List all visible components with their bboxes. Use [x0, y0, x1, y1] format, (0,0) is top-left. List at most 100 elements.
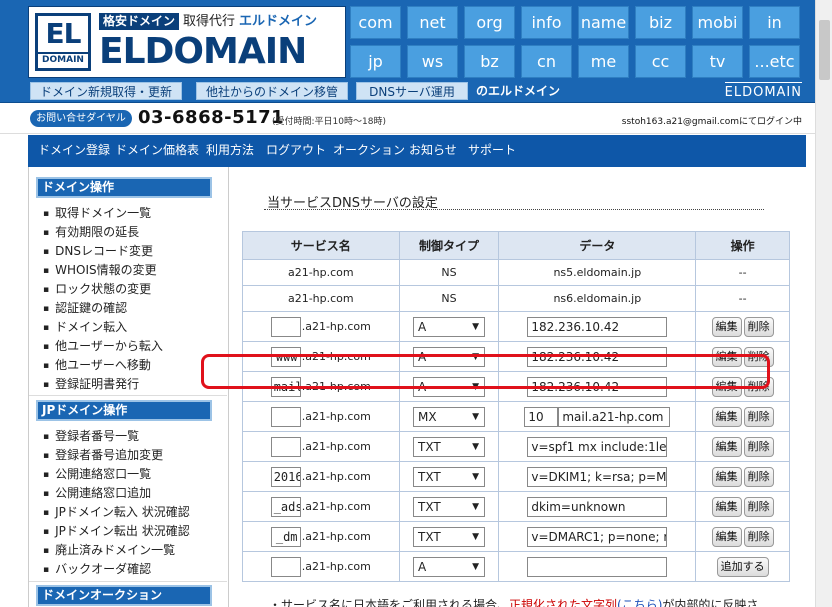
sidebar-item-to-user[interactable]: 他ユーザーへ移動	[43, 356, 163, 375]
subdomain-input[interactable]	[270, 316, 301, 337]
sidebar-item-jp-transfer-in[interactable]: JPドメイン転入 状況確認	[43, 503, 190, 522]
delete-button[interactable]: 削除	[743, 436, 774, 457]
sidebar-item-contact-list[interactable]: 公開連絡窓口一覧	[43, 465, 190, 484]
record-data-input[interactable]: 182.236.10.42	[527, 346, 668, 367]
menu-price-list[interactable]: ドメイン価格表	[115, 135, 199, 165]
tld-tv[interactable]: tv	[692, 45, 743, 78]
sidebar-item-from-user[interactable]: 他ユーザーから転入	[43, 337, 163, 356]
tld-ws[interactable]: ws	[407, 45, 458, 78]
site-logo[interactable]: EL DOMAIN 格安ドメイン 取得代行 エルドメイン ELDOMAIN	[28, 6, 346, 78]
edit-button[interactable]: 編集	[711, 496, 742, 517]
edit-button[interactable]: 編集	[711, 406, 742, 427]
edit-button[interactable]: 編集	[711, 376, 742, 397]
delete-button[interactable]: 削除	[743, 316, 774, 337]
mx-priority-input[interactable]: 10	[524, 406, 559, 427]
sidebar-item-dns-record[interactable]: DNSレコード変更	[43, 242, 163, 261]
sidebar-item-backorder[interactable]: バックオーダ確認	[43, 560, 190, 579]
tld-etc[interactable]: ...etc	[749, 45, 800, 78]
record-data-input[interactable]: 182.236.10.42	[527, 376, 668, 397]
menu-news[interactable]: お知らせ	[409, 135, 457, 165]
edit-button[interactable]: 編集	[711, 466, 742, 487]
cell-data: ns5.eldomain.jp	[498, 259, 697, 286]
add-record-button[interactable]: 追加する	[716, 556, 769, 577]
record-type-select[interactable]: A ▼	[413, 316, 485, 337]
record-type-value: TXT	[418, 469, 441, 484]
new-record-data-input[interactable]	[527, 556, 668, 577]
tld-jp[interactable]: jp	[350, 45, 401, 78]
edit-button[interactable]: 編集	[711, 346, 742, 367]
sidebar-item-lock[interactable]: ロック状態の変更	[43, 280, 163, 299]
record-type-select[interactable]: TXT ▼	[413, 526, 485, 547]
new-record-type-select[interactable]: A ▼	[413, 556, 485, 577]
record-type-value: A	[418, 559, 427, 574]
note-link[interactable]: (こちら)	[617, 598, 662, 607]
tld-in[interactable]: in	[749, 6, 800, 39]
subdomain-input[interactable]: www	[270, 346, 301, 367]
tld-me[interactable]: me	[578, 45, 629, 78]
page-scrollbar[interactable]	[815, 0, 832, 607]
scrollbar-thumb[interactable]	[819, 20, 830, 80]
tld-mobi[interactable]: mobi	[692, 6, 743, 39]
delete-button[interactable]: 削除	[743, 406, 774, 427]
subdomain-input[interactable]	[270, 436, 301, 457]
new-subdomain-input[interactable]	[270, 556, 301, 577]
sidebar-item-authkey[interactable]: 認証鍵の確認	[43, 299, 163, 318]
tld-net[interactable]: net	[407, 6, 458, 39]
delete-button[interactable]: 削除	[743, 466, 774, 487]
record-data-input[interactable]: dkim=unknown	[527, 496, 668, 517]
delete-button[interactable]: 削除	[743, 346, 774, 367]
record-type-select[interactable]: A ▼	[413, 346, 485, 367]
tld-com[interactable]: com	[350, 6, 401, 39]
subdomain-input[interactable]: _ads	[270, 496, 301, 517]
record-type-select[interactable]: TXT ▼	[413, 436, 485, 457]
record-data-input[interactable]: v=spf1 mx include:1leje	[527, 436, 668, 457]
sidebar-item-certificate[interactable]: 登録証明書発行	[43, 375, 163, 394]
record-type-select[interactable]: MX ▼	[413, 406, 485, 427]
delete-button[interactable]: 削除	[743, 496, 774, 517]
sidebar-item-registrant-add[interactable]: 登録者番号追加変更	[43, 446, 190, 465]
tld-org[interactable]: org	[464, 6, 515, 39]
delete-button[interactable]: 削除	[743, 526, 774, 547]
menu-auction[interactable]: オークション	[333, 135, 405, 165]
menu-usage[interactable]: 利用方法	[206, 135, 254, 165]
edit-button[interactable]: 編集	[711, 436, 742, 457]
menu-logout[interactable]: ログアウト	[266, 135, 326, 165]
sidebar-item-extend[interactable]: 有効期限の延長	[43, 223, 163, 242]
tld-info[interactable]: info	[521, 6, 572, 39]
cell-op: 編集 削除	[695, 401, 790, 432]
subdomain-input[interactable]: 2016	[270, 466, 301, 487]
record-data-input[interactable]: mail.a21-hp.com	[558, 406, 671, 427]
sidebar-item-domain-list[interactable]: 取得ドメイン一覧	[43, 204, 163, 223]
record-data-input[interactable]: 182.236.10.42	[527, 316, 668, 337]
tld-biz[interactable]: biz	[635, 6, 686, 39]
delete-button[interactable]: 削除	[743, 376, 774, 397]
menu-domain-register[interactable]: ドメイン登録	[38, 135, 110, 165]
tld-cc[interactable]: cc	[635, 45, 686, 78]
nav-new-domain[interactable]: ドメイン新規取得・更新	[30, 82, 182, 100]
menu-support[interactable]: サポート	[468, 135, 516, 165]
record-type-select[interactable]: TXT ▼	[413, 466, 485, 487]
note-prefix: ・サービス名に日本語をご利用される場合、	[269, 598, 510, 607]
record-data-input[interactable]: v=DMARC1; p=none; r	[527, 526, 668, 547]
subdomain-input[interactable]: _dm	[270, 526, 301, 547]
cell-data: v=DMARC1; p=none; r	[498, 521, 697, 552]
nav-dns[interactable]: DNSサーバ運用	[356, 82, 468, 100]
record-type-select[interactable]: A ▼	[413, 376, 485, 397]
sidebar-item-jp-transfer-out[interactable]: JPドメイン転出 状況確認	[43, 522, 190, 541]
record-data-input[interactable]: v=DKIM1; k=rsa; p=MI(	[527, 466, 668, 487]
subdomain-input[interactable]: mail	[270, 376, 301, 397]
sidebar-item-contact-add[interactable]: 公開連絡窓口追加	[43, 484, 190, 503]
subdomain-input[interactable]	[270, 406, 301, 427]
sidebar-item-registrant-list[interactable]: 登録者番号一覧	[43, 427, 190, 446]
record-type-select[interactable]: TXT ▼	[413, 496, 485, 517]
tld-name[interactable]: name	[578, 6, 629, 39]
nav-transfer[interactable]: 他社からのドメイン移管	[196, 82, 348, 100]
sidebar-item-whois[interactable]: WHOIS情報の変更	[43, 261, 163, 280]
domain-suffix: .a21-hp.com	[301, 380, 371, 393]
tld-bz[interactable]: bz	[464, 45, 515, 78]
sidebar-item-abolished[interactable]: 廃止済みドメイン一覧	[43, 541, 190, 560]
edit-button[interactable]: 編集	[711, 316, 742, 337]
edit-button[interactable]: 編集	[711, 526, 742, 547]
tld-cn[interactable]: cn	[521, 45, 572, 78]
sidebar-item-transfer-in[interactable]: ドメイン転入	[43, 318, 163, 337]
